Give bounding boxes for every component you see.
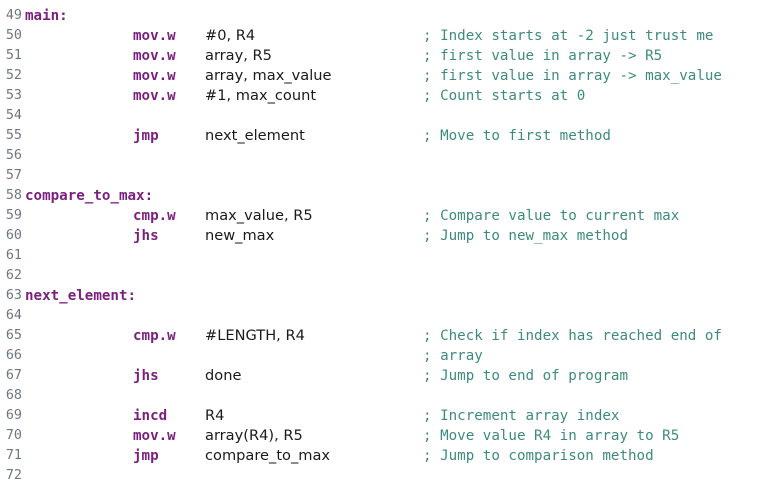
code-editor[interactable]: 48 49main: 50mov.w#0, R4; Index starts a… bbox=[0, 0, 763, 486]
code-line[interactable]: 60 jhs new_max ; Jump to new_max method bbox=[0, 226, 763, 246]
code-line[interactable]: 55 jmp next_element ; Move to first method bbox=[0, 126, 763, 146]
code-operands: #0, R4 bbox=[205, 27, 256, 44]
line-number: 63 bbox=[5, 288, 22, 303]
code-comment: ; first value in array -> max_value bbox=[423, 68, 722, 84]
code-line[interactable]: 53 mov.w #1, max_count ; Count starts at 0 bbox=[0, 86, 763, 106]
line-number: 68 bbox=[5, 388, 22, 403]
line-number: 70 bbox=[5, 428, 22, 443]
line-number: 61 bbox=[5, 248, 22, 263]
code-line[interactable]: 50 mov.w #0, R4 ; Index starts at -2 just t… bbox=[0, 26, 763, 46]
line-number: 56 bbox=[5, 148, 22, 163]
line-number: 60 bbox=[5, 228, 22, 243]
code-line[interactable]: 65 cmp.w #LENGTH, R4 ; Check if index has r… bbox=[0, 326, 763, 346]
line-number: 58 bbox=[5, 188, 22, 203]
code-operands: done bbox=[205, 367, 242, 384]
code-mnemonic: mov.w bbox=[133, 88, 176, 104]
code-operands: new_max bbox=[205, 227, 275, 244]
code-operands: compare_to_max bbox=[205, 447, 331, 464]
code-operands: #1, max_count bbox=[205, 87, 317, 104]
code-line[interactable]: 71 jmp compare_to_max ; Jump to comparison … bbox=[0, 446, 763, 466]
code-line[interactable]: 49 main: bbox=[0, 6, 763, 26]
code-line[interactable]: 70 mov.w array(R4), R5 ; Move value R4 in a… bbox=[0, 426, 763, 446]
code-line[interactable]: 62 bbox=[0, 266, 763, 286]
code-mnemonic: cmp.w bbox=[133, 208, 176, 224]
code-line[interactable]: 51 mov.w array, R5 ; first value in array -… bbox=[0, 46, 763, 66]
code-line[interactable]: 58 compare_to_max: bbox=[0, 186, 763, 206]
code-mnemonic: incd bbox=[133, 408, 168, 424]
code-line[interactable]: 69 incd R4 ; Increment array index bbox=[0, 406, 763, 426]
code-label: main: bbox=[25, 8, 68, 24]
line-number: 52 bbox=[5, 68, 22, 83]
code-comment: ; Jump to comparison method bbox=[423, 448, 654, 464]
code-mnemonic: jmp bbox=[133, 448, 159, 464]
code-line[interactable]: 52 mov.w array, max_value ; first value in … bbox=[0, 66, 763, 86]
line-number: 67 bbox=[5, 368, 22, 383]
code-mnemonic: jhs bbox=[133, 368, 159, 384]
code-line[interactable]: 54 bbox=[0, 106, 763, 126]
code-comment: ; Count starts at 0 bbox=[423, 88, 586, 104]
code-operands: R4 bbox=[205, 407, 225, 424]
code-line[interactable]: 59 cmp.w max_value, R5 ; Compare value to c… bbox=[0, 206, 763, 226]
code-comment: ; Check if index has reached end of bbox=[423, 328, 722, 344]
code-line[interactable]: 63 next_element: bbox=[0, 286, 763, 306]
code-line[interactable]: 57 bbox=[0, 166, 763, 186]
line-number: 50 bbox=[5, 28, 22, 43]
line-number: 71 bbox=[5, 448, 22, 463]
code-mnemonic: mov.w bbox=[133, 28, 176, 44]
line-number: 55 bbox=[5, 128, 22, 143]
line-number: 65 bbox=[5, 328, 22, 343]
code-mnemonic: jhs bbox=[133, 228, 159, 244]
code-label: compare_to_max: bbox=[25, 188, 154, 204]
code-line[interactable]: 64 bbox=[0, 306, 763, 326]
line-number: 66 bbox=[5, 348, 22, 363]
code-operands: next_element bbox=[205, 127, 305, 144]
line-number: 69 bbox=[5, 408, 22, 423]
code-comment: ; first value in array -> R5 bbox=[423, 48, 663, 64]
code-comment: ; Jump to end of program bbox=[423, 368, 628, 384]
code-line[interactable]: 67 jhs done ; Jump to end of program bbox=[0, 366, 763, 386]
code-comment: ; array bbox=[423, 348, 483, 364]
line-number: 51 bbox=[5, 48, 22, 63]
code-comment: ; Move to first method bbox=[423, 128, 611, 144]
code-line[interactable]: 68 bbox=[0, 386, 763, 406]
code-mnemonic: cmp.w bbox=[133, 328, 176, 344]
code-mnemonic: mov.w bbox=[133, 68, 176, 84]
line-number: 57 bbox=[5, 168, 22, 183]
line-number: 64 bbox=[5, 308, 22, 323]
code-mnemonic: mov.w bbox=[133, 428, 176, 444]
code-operands: max_value, R5 bbox=[205, 207, 313, 224]
code-operands: #LENGTH, R4 bbox=[205, 327, 305, 344]
code-comment: ; Increment array index bbox=[423, 408, 620, 424]
code-line[interactable]: 72 bbox=[0, 466, 763, 486]
code-line[interactable]: 56 bbox=[0, 146, 763, 166]
code-operands: array, R5 bbox=[205, 47, 272, 64]
code-operands: array(R4), R5 bbox=[205, 427, 303, 444]
code-mnemonic: mov.w bbox=[133, 48, 176, 64]
line-number: 49 bbox=[5, 8, 22, 23]
line-number: 53 bbox=[5, 88, 22, 103]
code-comment: ; Jump to new_max method bbox=[423, 228, 628, 244]
code-comment: ; Move value R4 in array to R5 bbox=[423, 428, 680, 444]
line-number: 72 bbox=[5, 468, 22, 483]
code-comment: ; Index starts at -2 just trust me bbox=[423, 28, 714, 44]
code-label: next_element: bbox=[25, 288, 137, 304]
line-number: 54 bbox=[5, 108, 22, 123]
code-line[interactable]: 61 bbox=[0, 246, 763, 266]
code-line[interactable]: 66 ; array bbox=[0, 346, 763, 366]
code-operands: array, max_value bbox=[205, 67, 332, 84]
code-comment: ; Compare value to current max bbox=[423, 208, 680, 224]
line-number: 59 bbox=[5, 208, 22, 223]
line-number: 62 bbox=[5, 268, 22, 283]
code-mnemonic: jmp bbox=[133, 128, 159, 144]
